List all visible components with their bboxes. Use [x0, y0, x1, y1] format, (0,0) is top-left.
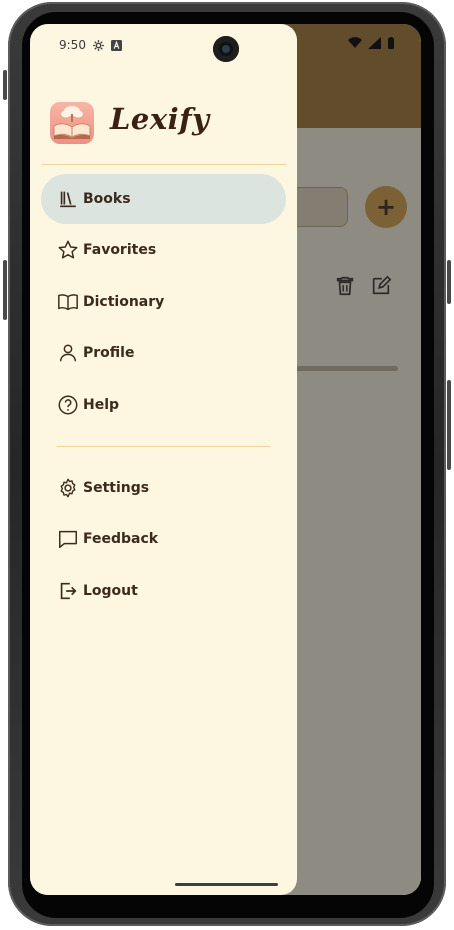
- wifi-icon: [348, 37, 362, 48]
- status-bar-left: 9:50: [59, 38, 122, 52]
- nav-item-logout[interactable]: Logout: [41, 566, 286, 616]
- chat-bubble-icon: [57, 528, 79, 550]
- gear-icon: [57, 477, 79, 499]
- person-icon: [57, 342, 79, 364]
- open-book-icon: [57, 291, 79, 313]
- keyboard-status-icon: [110, 39, 122, 51]
- nav-item-feedback[interactable]: Feedback: [41, 514, 286, 564]
- gesture-home-bar[interactable]: [175, 883, 278, 886]
- star-icon: [57, 239, 79, 261]
- divider: [42, 164, 286, 165]
- nav-item-label: Settings: [83, 480, 150, 496]
- nav-item-label: Feedback: [83, 531, 159, 547]
- nav-item-label: Profile: [83, 345, 135, 361]
- nav-item-label: Help: [83, 397, 120, 413]
- settings-status-icon: [93, 39, 104, 51]
- nav-item-label: Favorites: [83, 242, 157, 258]
- status-icons: [348, 37, 395, 49]
- nav-item-profile[interactable]: Profile: [41, 328, 286, 378]
- side-button: [3, 260, 7, 320]
- nav-item-label: Books: [83, 191, 131, 207]
- app-brand-title: Lexify: [110, 102, 210, 136]
- app-logo: [50, 102, 94, 144]
- side-button: [3, 70, 7, 100]
- logout-icon: [57, 580, 79, 602]
- phone-screen: + 9:50: [30, 24, 421, 895]
- nav-item-help[interactable]: Help: [41, 380, 286, 430]
- nav-item-favorites[interactable]: Favorites: [41, 225, 286, 275]
- nav-item-label: Logout: [83, 583, 138, 599]
- nav-item-dictionary[interactable]: Dictionary: [41, 277, 286, 327]
- nav-item-label: Dictionary: [83, 294, 165, 310]
- side-button: [447, 260, 451, 304]
- books-icon: [57, 188, 79, 210]
- front-camera: [213, 36, 239, 62]
- nav-item-settings[interactable]: Settings: [41, 463, 286, 513]
- navigation-drawer: 9:50 Lexify Books Favorites Dictionary P…: [30, 24, 297, 895]
- status-time: 9:50: [59, 38, 86, 52]
- battery-icon: [388, 37, 394, 49]
- divider: [57, 446, 270, 447]
- signal-icon: [368, 37, 381, 49]
- nav-item-books[interactable]: Books: [41, 174, 286, 224]
- help-circle-icon: [57, 394, 79, 416]
- side-button: [447, 380, 451, 470]
